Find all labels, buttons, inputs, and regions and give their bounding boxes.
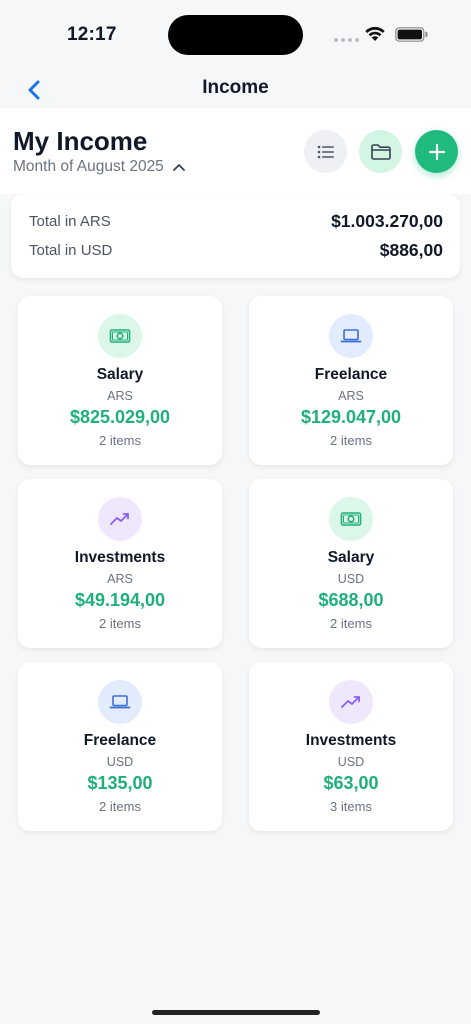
category-amount: $63,00: [323, 773, 379, 793]
category-name: Freelance: [83, 732, 157, 749]
list-view-button[interactable]: [304, 130, 347, 173]
trending-up-icon: [329, 680, 373, 724]
category-item-count: 3 items: [330, 799, 372, 814]
category-name: Salary: [96, 366, 144, 383]
nav-title: Income: [202, 77, 269, 98]
total-row-ars: Total in ARS $1.003.270,00: [29, 211, 443, 232]
category-amount: $688,00: [318, 590, 384, 610]
category-name: Freelance: [314, 366, 388, 383]
money-icon: [329, 497, 373, 541]
folder-button[interactable]: [359, 130, 402, 173]
page-title: My Income: [13, 126, 148, 156]
income-header: My Income Month of August 2025: [0, 108, 471, 194]
total-label: Total in USD: [29, 242, 113, 259]
total-value: $886,00: [379, 240, 443, 260]
plus-icon: [428, 143, 445, 160]
category-currency: ARS: [107, 572, 133, 586]
category-name: Investments: [74, 549, 166, 566]
period-label: Month of August 2025: [13, 158, 164, 175]
money-icon: [98, 314, 142, 358]
category-card-investments-ars[interactable]: Investments ARS $49.194,00 2 items: [18, 479, 222, 648]
income-screen: 12:17 Income My Income Month of August 2…: [0, 0, 471, 1024]
home-indicator[interactable]: [152, 1010, 320, 1015]
total-row-usd: Total in USD $886,00: [29, 240, 443, 261]
category-name: Investments: [305, 732, 397, 749]
total-label: Total in ARS: [29, 213, 111, 230]
category-card-salary-usd[interactable]: Salary USD $688,00 2 items: [249, 479, 453, 648]
category-currency: USD: [337, 572, 365, 586]
category-item-count: 2 items: [99, 799, 141, 814]
wifi-icon: [365, 26, 385, 41]
chevron-up-icon: [172, 164, 185, 171]
category-amount: $129.047,00: [300, 407, 402, 427]
category-amount: $49.194,00: [74, 590, 166, 610]
total-value: $1.003.270,00: [331, 211, 443, 231]
category-card-investments-usd[interactable]: Investments USD $63,00 3 items: [249, 662, 453, 831]
status-time: 12:17: [67, 24, 117, 45]
navigation-bar: Income: [0, 70, 471, 108]
folder-icon: [370, 143, 391, 160]
category-item-count: 2 items: [330, 433, 372, 448]
cellular-signal-icon: [334, 38, 359, 42]
category-amount: $825.029,00: [69, 407, 171, 427]
laptop-icon: [329, 314, 373, 358]
category-item-count: 2 items: [330, 616, 372, 631]
category-card-freelance-usd[interactable]: Freelance USD $135,00 2 items: [18, 662, 222, 831]
category-card-freelance-ars[interactable]: Freelance ARS $129.047,00 2 items: [249, 296, 453, 465]
laptop-icon: [98, 680, 142, 724]
add-income-button[interactable]: [415, 130, 458, 173]
period-selector[interactable]: Month of August 2025: [13, 158, 186, 176]
category-currency: USD: [337, 755, 365, 769]
category-currency: ARS: [107, 389, 133, 403]
category-currency: ARS: [338, 389, 364, 403]
category-amount: $135,00: [87, 773, 153, 793]
category-item-count: 2 items: [99, 616, 141, 631]
status-bar: 12:17: [0, 0, 471, 70]
category-item-count: 2 items: [99, 433, 141, 448]
category-name: Salary: [327, 549, 375, 566]
dynamic-island: [168, 15, 303, 55]
battery-icon: [395, 27, 428, 42]
trending-up-icon: [98, 497, 142, 541]
category-card-salary-ars[interactable]: Salary ARS $825.029,00 2 items: [18, 296, 222, 465]
list-icon: [317, 145, 334, 158]
totals-card: Total in ARS $1.003.270,00 Total in USD …: [11, 194, 460, 278]
category-currency: USD: [106, 755, 134, 769]
